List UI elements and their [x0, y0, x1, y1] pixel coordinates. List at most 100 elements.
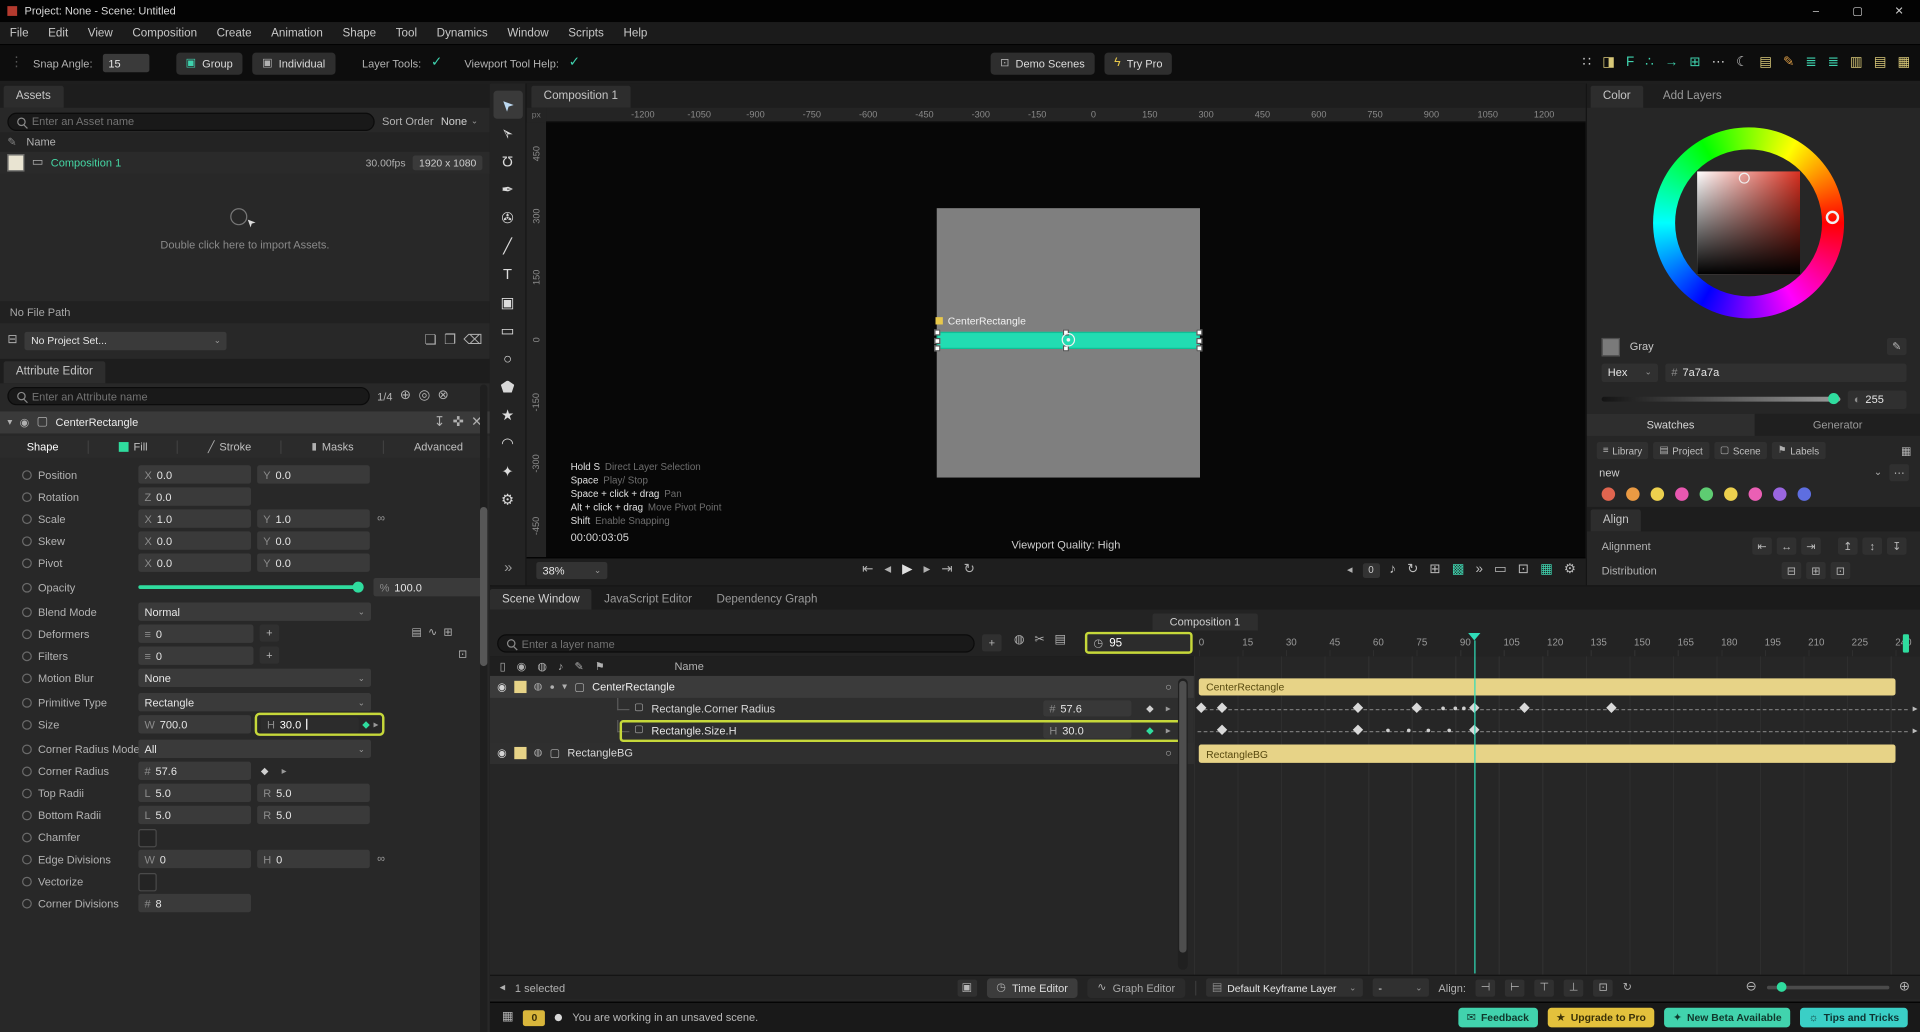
track-area[interactable]: CenterRectangle ▸ ▸ RectangleBG	[1193, 656, 1920, 975]
sort-order-dropdown[interactable]: None ⌄	[441, 115, 478, 127]
keyframe-ring-icon[interactable]	[22, 720, 32, 730]
play-button[interactable]: ▶	[902, 563, 912, 576]
selection-handle[interactable]	[934, 337, 941, 345]
toolbar-icon[interactable]: ▤	[1759, 56, 1772, 69]
sphere-filter-icon[interactable]: ◍	[1014, 634, 1025, 646]
layer-tools-check-icon[interactable]: ✓	[431, 56, 442, 69]
tab-swatches[interactable]: Swatches	[1586, 413, 1755, 436]
viewport-icon[interactable]: ▦	[1540, 563, 1553, 576]
filter-box-icon[interactable]: ⊡	[458, 648, 467, 660]
menu-item[interactable]: File	[0, 26, 38, 39]
scissors-icon[interactable]: ✂	[1034, 634, 1044, 646]
opacity-slider-knob[interactable]	[352, 581, 364, 593]
close-button[interactable]: ✕	[1878, 0, 1920, 22]
toolbar-icon[interactable]: ∷	[1583, 56, 1592, 69]
direct-select-tool-icon[interactable]: ➢	[493, 119, 522, 147]
time-editor-button[interactable]: ◷ Time Editor	[986, 977, 1078, 998]
try-pro-button[interactable]: ϟ Try Pro	[1104, 52, 1173, 75]
tab-advanced[interactable]: Advanced	[414, 441, 463, 453]
keyframe-diamond[interactable]	[1605, 702, 1617, 713]
layer-search-input[interactable]	[521, 637, 965, 650]
align-right-icon[interactable]: ⇥	[1801, 537, 1821, 555]
keyframe-ring-icon[interactable]	[22, 470, 32, 481]
sparkle-tool-icon[interactable]: ✦	[493, 457, 522, 485]
tab-masks[interactable]: ▮ Masks	[312, 441, 354, 453]
pivot-y-field[interactable]: Y 0.0	[257, 553, 370, 572]
solo-ring-icon[interactable]: ○	[1165, 681, 1172, 692]
box-select-icon[interactable]: ⊡	[1593, 978, 1613, 997]
selection-handle[interactable]	[934, 329, 941, 336]
attribute-track-name[interactable]: Rectangle.Size.H	[651, 725, 736, 737]
size-w-field[interactable]: W 700.0	[138, 715, 252, 734]
menu-item[interactable]: Animation	[261, 26, 332, 39]
viewport-icon[interactable]: ⚙	[1564, 563, 1576, 576]
attribute-track-name[interactable]: Rectangle.Corner Radius	[651, 703, 775, 715]
audio-icon[interactable]: ♪	[558, 660, 564, 672]
keyframe-ring-icon[interactable]	[22, 766, 32, 777]
menu-item[interactable]: Edit	[38, 26, 78, 39]
eye-icon[interactable]: ◉	[20, 416, 30, 428]
layer-color-chip[interactable]	[514, 746, 527, 760]
next-keyframe-icon[interactable]: ▸	[1166, 725, 1171, 736]
align-bottom-icon[interactable]: ↧	[1886, 537, 1907, 555]
saturation-value-square[interactable]	[1697, 171, 1801, 275]
current-frame-value[interactable]: 95	[1109, 636, 1122, 649]
sphere-icon[interactable]: ◍	[534, 748, 543, 758]
menu-item[interactable]: View	[78, 26, 123, 39]
motion-blur-dropdown[interactable]: None ⌄	[138, 668, 372, 687]
zoom-out-icon[interactable]: ⊖	[1746, 980, 1757, 994]
tab-generator[interactable]: Generator	[1754, 413, 1920, 436]
toolbar-icon[interactable]: ⊞	[1689, 56, 1700, 69]
attribute-value-field[interactable]: #57.6	[1043, 700, 1132, 717]
current-frame-field[interactable]: ◷ 95	[1084, 631, 1193, 654]
menu-item[interactable]: Window	[498, 26, 559, 39]
solo-ring-icon[interactable]: ○	[1165, 747, 1172, 759]
library-button[interactable]: ≡ Library	[1596, 442, 1649, 460]
feedback-button[interactable]: ✉ Feedback	[1458, 1007, 1538, 1028]
folder-icon[interactable]: ❏	[425, 333, 437, 347]
viewport-tab-composition[interactable]: Composition 1	[531, 85, 631, 108]
tab-add-layers[interactable]: Add Layers	[1663, 89, 1722, 102]
keyframe-ring-icon[interactable]	[22, 788, 32, 799]
keyframe-ring-icon[interactable]	[22, 898, 32, 909]
asset-color-chip[interactable]	[7, 154, 25, 172]
hex-value-field[interactable]: #7a7a7a	[1665, 363, 1907, 382]
asset-row-composition[interactable]: ▭ Composition 1 30.00fps 1920 x 1080	[0, 151, 490, 174]
minimize-button[interactable]: –	[1795, 0, 1837, 22]
chamfer-checkbox[interactable]	[138, 828, 157, 848]
frame-ruler[interactable]: 0 15 30 45 60 75 90 105 120 135 150 165 180 195 210 225…	[1194, 637, 1920, 648]
skew-x-field[interactable]: X 0.0	[138, 531, 252, 550]
menu-item[interactable]: Composition	[123, 26, 207, 39]
viewport-icon[interactable]: ↻	[1407, 563, 1418, 576]
sphere-icon[interactable]: ◍	[534, 681, 543, 692]
keyframe-ring-icon[interactable]	[22, 744, 32, 755]
hue-selector[interactable]	[1825, 210, 1840, 225]
viewport-icon[interactable]: ⊡	[1518, 563, 1529, 576]
position-x-field[interactable]: X 0.0	[138, 465, 252, 484]
position-y-field[interactable]: Y 0.0	[257, 465, 370, 484]
color-swatch[interactable]	[1748, 486, 1763, 501]
labels-button[interactable]: ⚑ Labels	[1771, 442, 1826, 460]
collapse-chevron-icon[interactable]: ▾	[7, 417, 12, 428]
distribute-h-icon[interactable]: ⊟	[1781, 562, 1802, 580]
distribute-v-icon[interactable]: ⊞	[1806, 562, 1826, 580]
next-keyframe-icon[interactable]: ▸	[282, 765, 287, 776]
eye-icon[interactable]: ◉	[497, 747, 507, 759]
playhead-marker[interactable]	[1468, 633, 1481, 641]
sphere-icon[interactable]: ◍	[537, 660, 547, 672]
align-left-icon[interactable]: ⊣	[1475, 978, 1496, 997]
toolbar-icon[interactable]: ∴	[1645, 56, 1654, 69]
menu-item[interactable]: Dynamics	[427, 26, 498, 39]
swatch-group-name[interactable]: new	[1599, 467, 1619, 479]
keyframe-ring-icon[interactable]	[22, 558, 32, 569]
frame-tool-icon[interactable]: ▣	[493, 288, 522, 316]
keyframe-diamond[interactable]	[1353, 702, 1364, 713]
viewport-icon[interactable]: ⊞	[1429, 563, 1440, 576]
link-icon[interactable]: ∞	[377, 852, 385, 864]
project-import-icon[interactable]: ⊟	[7, 334, 17, 346]
asset-search-field[interactable]	[7, 112, 375, 131]
swatch-grid-view-icon[interactable]: ▦	[1901, 444, 1911, 456]
viewport-icon[interactable]: ▩	[1452, 563, 1465, 576]
add-filter-button[interactable]: +	[259, 646, 280, 664]
pin-icon[interactable]: ↧	[434, 415, 445, 429]
